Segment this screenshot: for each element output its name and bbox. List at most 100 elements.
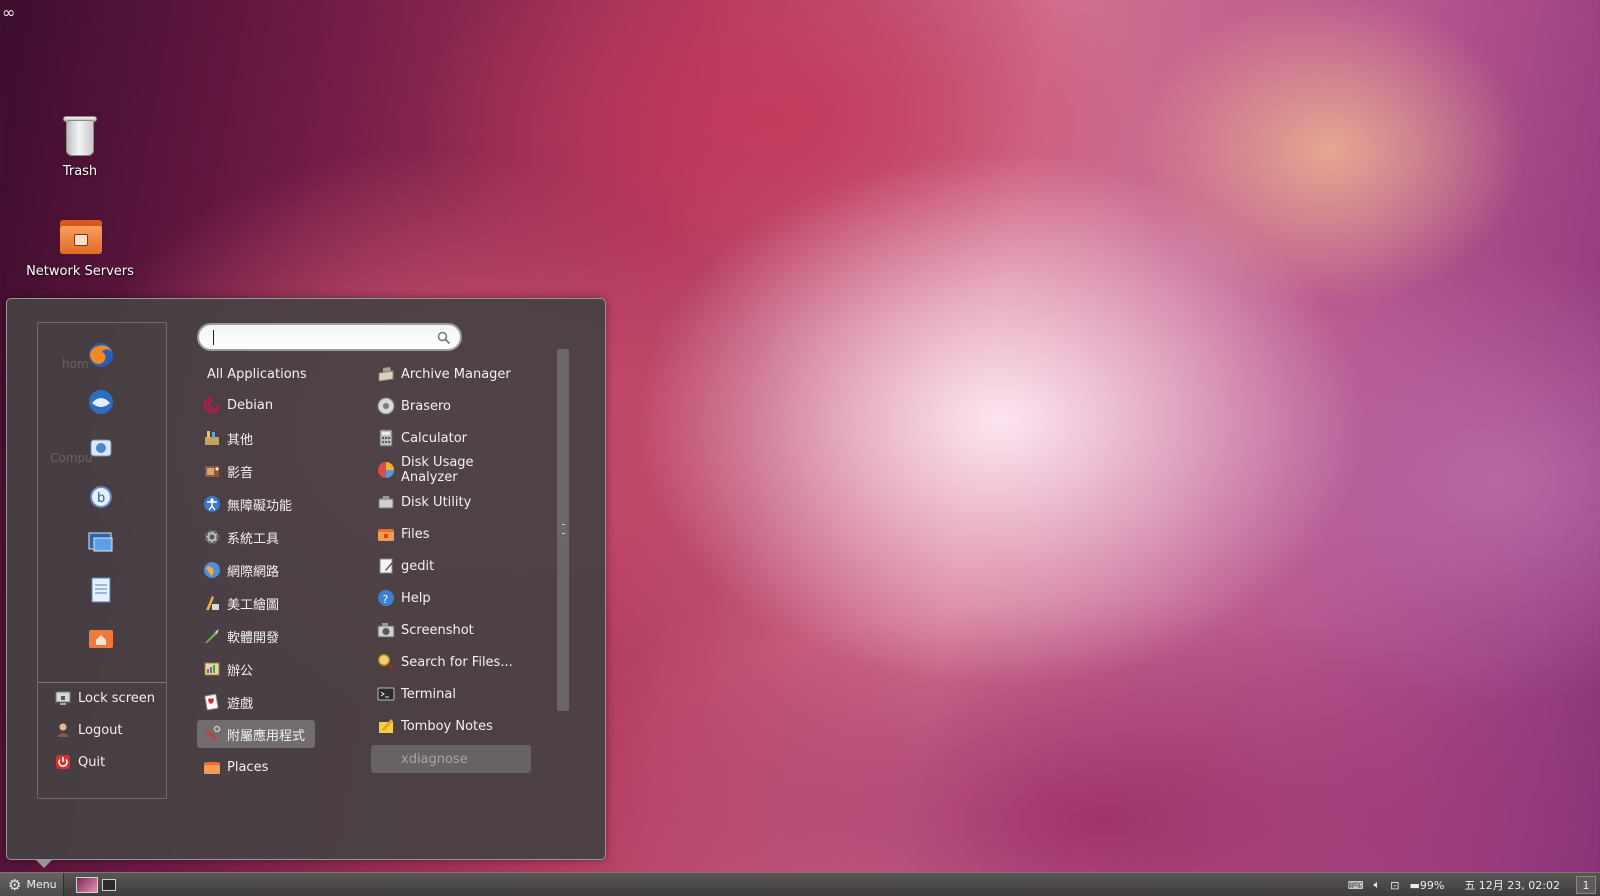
category-accessibility[interactable]: 無障礙功能 bbox=[197, 490, 315, 518]
development-icon bbox=[203, 627, 221, 645]
terminal-launcher[interactable] bbox=[101, 878, 116, 891]
app-screenshot[interactable]: Screenshot bbox=[371, 616, 531, 644]
app-help[interactable]: ? Help bbox=[371, 584, 531, 612]
category-accessories[interactable]: 附屬應用程式 bbox=[197, 720, 315, 748]
network-icon[interactable]: ⊡ bbox=[1390, 879, 1399, 892]
disk-usage-icon bbox=[377, 461, 395, 479]
app-label: Screenshot bbox=[401, 622, 474, 638]
firefox-icon[interactable] bbox=[86, 340, 116, 370]
category-games[interactable]: 遊戲 bbox=[197, 688, 315, 716]
category-other[interactable]: 其他 bbox=[197, 424, 315, 452]
category-label: 遊戲 bbox=[227, 696, 254, 712]
help-icon: ? bbox=[377, 589, 395, 607]
category-debian[interactable]: Debian bbox=[197, 391, 315, 419]
workspace-switcher[interactable]: 1 bbox=[1576, 876, 1596, 894]
office-icon bbox=[203, 660, 221, 678]
search-files-icon bbox=[377, 653, 395, 671]
keyboard-icon[interactable]: ⌨ bbox=[1348, 879, 1364, 892]
battery-percent: 99% bbox=[1419, 878, 1445, 892]
multimedia-icon bbox=[203, 462, 221, 480]
app-archive-manager[interactable]: Archive Manager bbox=[371, 360, 531, 388]
archive-manager-icon bbox=[377, 365, 395, 383]
app-label: gedit bbox=[401, 558, 435, 574]
session-item-label: Logout bbox=[78, 722, 123, 738]
app-calculator[interactable]: Calculator bbox=[371, 424, 531, 452]
app-label: Disk Usage Analyzer bbox=[401, 455, 474, 485]
category-internet[interactable]: 網際網路 bbox=[197, 556, 315, 584]
category-office[interactable]: 辦公 bbox=[197, 655, 315, 683]
app-disk-usage-analyzer[interactable]: Disk Usage Analyzer bbox=[371, 455, 531, 485]
text-caret bbox=[213, 330, 214, 345]
category-all-applications[interactable]: All Applications bbox=[197, 360, 315, 388]
accessibility-icon bbox=[203, 495, 221, 513]
category-label: All Applications bbox=[207, 366, 307, 382]
app-list-scrollbar[interactable] bbox=[557, 349, 569, 711]
internet-icon bbox=[203, 561, 221, 579]
ghost-home-label: hom bbox=[62, 357, 89, 371]
svg-text:b: b bbox=[97, 491, 105, 506]
category-label: 網際網路 bbox=[227, 564, 280, 580]
category-multimedia[interactable]: 影音 bbox=[197, 457, 315, 485]
screenshot-icon bbox=[377, 621, 395, 639]
category-label: 軟體開發 bbox=[227, 630, 280, 646]
bottom-panel: ⚙ Menu ⌨ 🔈︎ ⊡ ▬99% 五 12月 23, 02:02 1 bbox=[0, 872, 1600, 896]
system-tray: ⌨ 🔈︎ ⊡ ▬99% 五 12月 23, 02:02 1 bbox=[1348, 873, 1600, 896]
svg-text:?: ? bbox=[383, 593, 389, 606]
logout-button[interactable]: Logout bbox=[54, 718, 123, 742]
accessories-icon bbox=[203, 725, 221, 743]
clock[interactable]: 五 12月 23, 02:02 bbox=[1464, 877, 1560, 893]
corner-glyph: ∞ bbox=[2, 3, 16, 22]
tomboy-icon bbox=[377, 717, 395, 735]
show-desktop-launcher[interactable] bbox=[75, 876, 98, 893]
category-system-tools[interactable]: 系統工具 bbox=[197, 523, 315, 551]
quit-button[interactable]: Quit bbox=[54, 750, 105, 774]
app-disk-utility[interactable]: Disk Utility bbox=[371, 488, 531, 516]
trash-icon bbox=[57, 114, 103, 160]
files-icon bbox=[377, 525, 395, 543]
logout-icon bbox=[54, 721, 72, 739]
places-icon bbox=[203, 758, 221, 776]
category-label: Debian bbox=[227, 397, 274, 413]
app-tomboy-notes[interactable]: Tomboy Notes bbox=[371, 712, 531, 740]
app-label: Terminal bbox=[401, 686, 456, 702]
network-folder-icon bbox=[57, 214, 103, 260]
home-folder-icon[interactable] bbox=[86, 622, 116, 652]
menu-button[interactable]: ⚙ Menu bbox=[0, 872, 64, 896]
app-xdiagnose[interactable]: xdiagnose bbox=[371, 745, 531, 773]
app-label: Brasero bbox=[401, 398, 452, 414]
search-icon bbox=[437, 330, 451, 349]
search-input[interactable] bbox=[209, 329, 424, 347]
desktop-icon-trash[interactable]: Trash bbox=[15, 114, 145, 179]
lock-screen-button[interactable]: Lock screen bbox=[54, 686, 155, 710]
app-label: Help bbox=[401, 590, 431, 606]
app-search-for-files[interactable]: Search for Files... bbox=[371, 648, 531, 676]
desktop-icon-label: Network Servers bbox=[26, 264, 134, 279]
category-places[interactable]: Places bbox=[197, 753, 315, 781]
app-terminal[interactable]: Terminal bbox=[371, 680, 531, 708]
document-icon[interactable] bbox=[86, 575, 116, 605]
category-development[interactable]: 軟體開發 bbox=[197, 622, 315, 650]
remote-desktop-icon[interactable] bbox=[86, 528, 116, 558]
app-brasero[interactable]: Brasero bbox=[371, 392, 531, 420]
category-label: 影音 bbox=[227, 465, 254, 481]
volume-icon[interactable]: 🔈︎ bbox=[1374, 878, 1381, 892]
category-graphics[interactable]: 美工繪圖 bbox=[197, 589, 315, 617]
gear-icon: ⚙ bbox=[8, 875, 22, 894]
desktop-icon-network-servers[interactable]: Network Servers bbox=[15, 214, 145, 279]
category-label: 辦公 bbox=[227, 663, 254, 679]
app-gedit[interactable]: gedit bbox=[371, 552, 531, 580]
scrollbar-grip[interactable] bbox=[562, 524, 564, 534]
empathy-icon[interactable] bbox=[86, 434, 116, 464]
app-files[interactable]: Files bbox=[371, 520, 531, 548]
disk-utility-icon bbox=[377, 493, 395, 511]
bluetooth-icon[interactable]: b bbox=[86, 481, 116, 511]
search-field[interactable] bbox=[197, 323, 462, 351]
thunderbird-icon[interactable] bbox=[86, 387, 116, 417]
category-label: 附屬應用程式 bbox=[227, 728, 306, 744]
category-label: 無障礙功能 bbox=[227, 498, 293, 514]
graphics-icon bbox=[203, 594, 221, 612]
battery-indicator[interactable]: ▬99% bbox=[1409, 879, 1454, 892]
session-item-label: Lock screen bbox=[78, 690, 155, 706]
app-label: Search for Files... bbox=[401, 654, 513, 670]
menu-pointer bbox=[35, 859, 53, 868]
